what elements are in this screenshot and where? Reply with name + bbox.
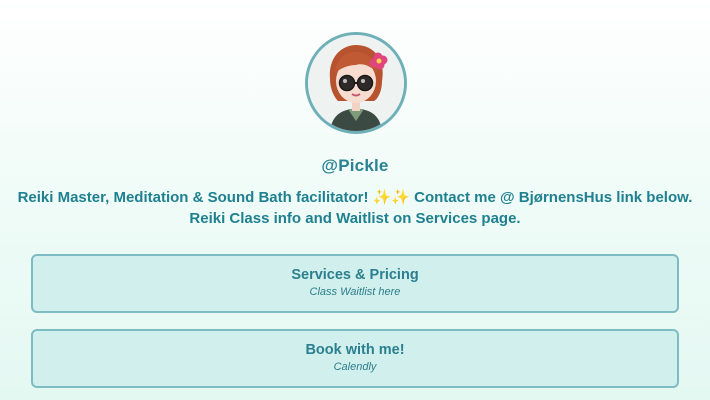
link-subtitle: Class Waitlist here (309, 286, 401, 298)
avatar-icon (308, 35, 404, 131)
link-subtitle: Calendly (333, 361, 377, 373)
profile-handle: @Pickle (321, 156, 389, 175)
profile-bio: Reiki Master, Meditation & Sound Bath fa… (17, 189, 693, 227)
link-title: Book with me! (305, 342, 405, 358)
link-services-pricing-button[interactable]: Services & Pricing Class Waitlist here (31, 254, 679, 313)
avatar (305, 32, 407, 134)
linktree-page: @Pickle Reiki Master, Meditation & Sound… (0, 0, 710, 400)
link-book-with-me-button[interactable]: Book with me! Calendly (31, 329, 679, 388)
link-title: Services & Pricing (291, 267, 419, 283)
